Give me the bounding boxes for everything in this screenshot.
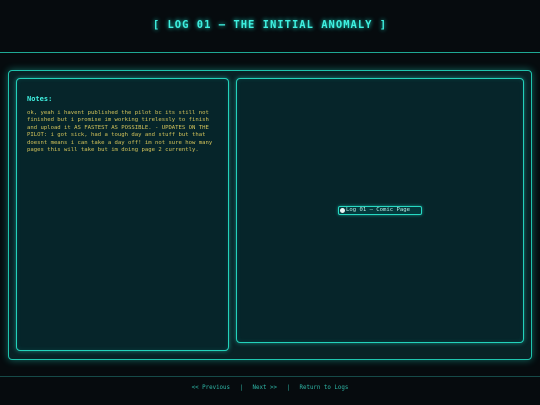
notes-heading: Notes: bbox=[27, 95, 53, 103]
header-bar: [ LOG 01 — THE INITIAL ANOMALY ] bbox=[0, 0, 540, 53]
comic-page-alt-text: Log 01 — Comic Page bbox=[346, 207, 410, 213]
comic-page-image[interactable]: Log 01 — Comic Page bbox=[338, 206, 422, 215]
footer-bar: << Previous | Next >> | Return to Logs bbox=[0, 376, 540, 405]
footer-nav: << Previous | Next >> | Return to Logs bbox=[0, 385, 540, 391]
next-link[interactable]: Next >> bbox=[253, 385, 277, 391]
nav-separator: | bbox=[239, 385, 244, 391]
notes-body: ok, yeah i havent published the pilot bc… bbox=[27, 110, 213, 154]
log-page: [ LOG 01 — THE INITIAL ANOMALY ] Notes: … bbox=[0, 0, 540, 405]
return-to-logs-link[interactable]: Return to Logs bbox=[299, 385, 348, 391]
previous-link[interactable]: << Previous bbox=[192, 385, 230, 391]
nav-separator: | bbox=[286, 385, 290, 391]
page-title: [ LOG 01 — THE INITIAL ANOMALY ] bbox=[152, 19, 388, 31]
broken-image-icon bbox=[340, 208, 345, 213]
notes-panel: Notes: ok, yeah i havent published the p… bbox=[16, 78, 229, 351]
